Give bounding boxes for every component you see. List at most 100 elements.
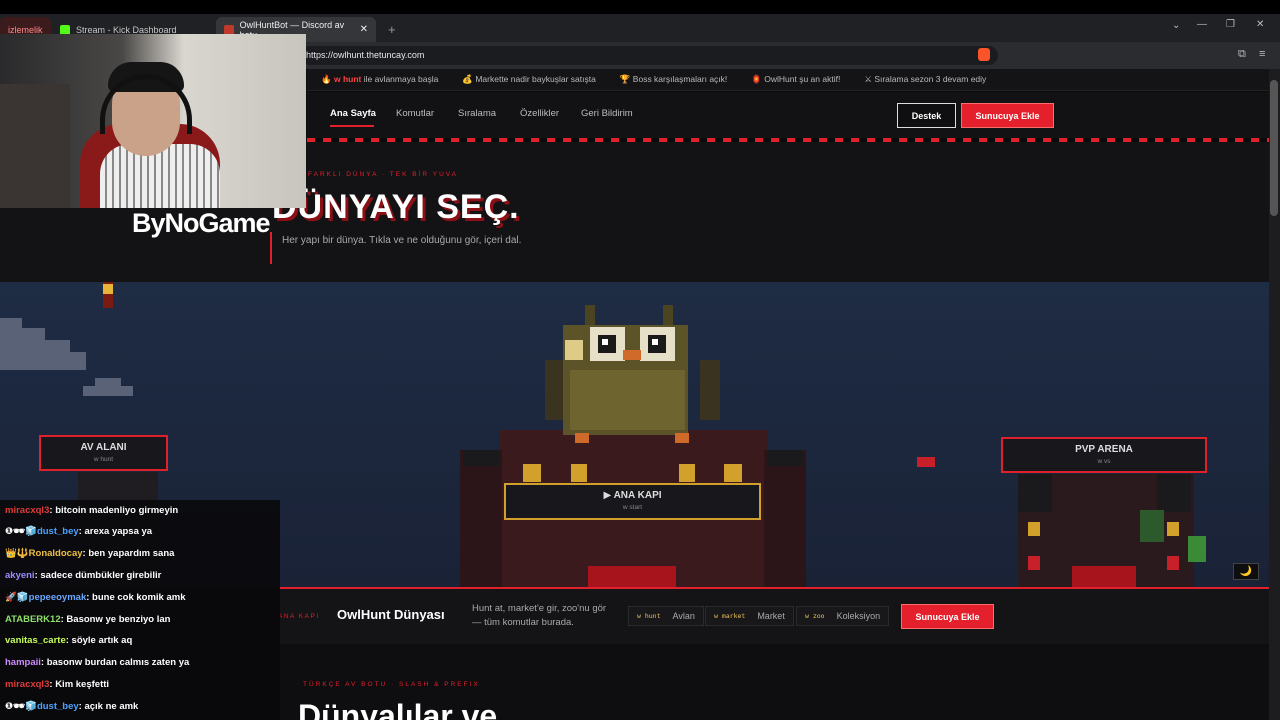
- pixel-block: [917, 457, 935, 467]
- arena-door: [1072, 566, 1136, 587]
- ticker-item: ⚔ Sıralama sezon 3 devam ediy: [864, 74, 986, 85]
- add-to-server-button[interactable]: Sunucuya Ekle: [961, 103, 1054, 128]
- cmd-chip-hunt[interactable]: w hunt Avlan: [628, 606, 704, 626]
- battlement: [463, 450, 499, 466]
- chat-message: ❶🕶🧊dust_bey: açık ne amk: [5, 701, 139, 712]
- chat-username: pepeeoymak: [28, 592, 87, 603]
- cmd-chip-zoo[interactable]: w zoo Koleksiyon: [796, 606, 890, 626]
- cloud: [0, 318, 22, 328]
- chat-text: sadece dümbükler girebilir: [40, 570, 162, 581]
- moneybag-icon: 💰: [462, 74, 473, 84]
- cmd-code: w hunt: [637, 612, 661, 620]
- tab-label: Stream - Kick Dashboard: [76, 24, 177, 35]
- chat-message: akyeni: sadece dümbükler girebilir: [5, 570, 162, 581]
- chat-message: 🚀🧊pepeeoymak: bune cok komik amk: [5, 592, 186, 603]
- zone-title: PVP ARENA: [1075, 444, 1133, 455]
- extensions-icon[interactable]: ⧉: [1238, 48, 1246, 61]
- chat-username: miracxql3: [5, 679, 50, 690]
- zone-command: w vs: [1097, 458, 1111, 465]
- tree: [1188, 536, 1206, 562]
- url-field[interactable]: https://owlhunt.thetuncay.com: [300, 46, 998, 65]
- ticker-text: Sıralama sezon 3 devam ediy: [874, 74, 987, 84]
- nav-ana-sayfa[interactable]: Ana Sayfa: [330, 108, 376, 119]
- screen-top-edge: [0, 0, 1280, 14]
- zone-main-gate[interactable]: ▶ ANA KAPI w start: [504, 483, 761, 520]
- chat-message: hampaii: basonw burdan calmıs zaten ya: [5, 657, 190, 668]
- hero-title: DÜNYAYI SEÇ.: [272, 188, 520, 226]
- trophy-icon: 🏆: [619, 74, 631, 84]
- nav-active-indicator: [330, 125, 374, 127]
- nav-geri-bildirim[interactable]: Geri Bildirim: [581, 108, 633, 119]
- chat-badges: 🚀🧊: [5, 592, 29, 603]
- chat-text: bitcoin madenliyo girmeyin: [55, 505, 179, 516]
- support-button[interactable]: Destek: [897, 103, 956, 128]
- striped-shirt: [100, 144, 220, 208]
- arena-window: [1167, 556, 1179, 570]
- ticker-cmd: w hunt: [333, 74, 362, 84]
- chat-badges: ❶🕶🧊: [5, 701, 37, 712]
- gate-window: [679, 464, 695, 482]
- cloud: [83, 386, 133, 396]
- hero-eyebrow: FARKLI DÜNYA · TEK BİR YUVA: [308, 171, 458, 178]
- zone-pvp-arena[interactable]: PVP ARENA w vs: [1001, 437, 1207, 473]
- gate-window: [523, 464, 541, 482]
- ticker-text: OwlHunt şu an aktif!: [764, 74, 841, 84]
- zone-title: AV ALANI: [80, 442, 127, 453]
- zone-command: w hunt: [93, 456, 114, 463]
- menu-icon[interactable]: ≡: [1259, 48, 1265, 60]
- gate-window: [724, 464, 742, 482]
- chat-text: arexa yapsa ya: [84, 526, 153, 537]
- chat-text: ben yapardım sana: [88, 548, 175, 559]
- site-nav: [307, 92, 1269, 138]
- chat-username: dust_bey: [36, 526, 79, 537]
- cmd-code: w market: [714, 612, 746, 620]
- restore-icon[interactable]: ❐: [1226, 19, 1235, 30]
- chat-username: akyeni: [5, 570, 35, 581]
- chat-text: basonw burdan calmıs zaten ya: [46, 657, 190, 668]
- chat-message: miracxql3: bitcoin madenliyo girmeyin: [5, 505, 179, 516]
- kick-icon: [60, 24, 70, 35]
- chat-message: ❶🕶🧊dust_bey: arexa yapsa ya: [5, 526, 153, 537]
- gate-tower-left: [460, 450, 502, 590]
- theme-toggle-moon-icon[interactable]: 🌙: [1233, 563, 1259, 580]
- brave-shield-icon[interactable]: [978, 48, 990, 61]
- chat-text: söyle artık aq: [71, 635, 133, 646]
- webcam-overlay: [0, 34, 306, 208]
- chat-badges: ❶🕶🧊: [5, 526, 37, 537]
- arena-window: [1167, 522, 1179, 536]
- bookshelf: [0, 84, 70, 208]
- minimize-icon[interactable]: —: [1197, 19, 1207, 30]
- scrollbar-thumb[interactable]: [1270, 80, 1278, 216]
- strip-description: Hunt at, market'e gir, zoo'nu gör — tüm …: [472, 603, 607, 628]
- bynogame-logo: ByNoGame: [132, 208, 271, 238]
- tree: [1140, 510, 1164, 542]
- lower-title: Dünyalılar ve: [298, 698, 498, 720]
- chat-username: dust_bey: [36, 701, 79, 712]
- hero-accent-bar: [270, 232, 272, 264]
- new-tab-icon[interactable]: +: [380, 17, 404, 42]
- cloud: [0, 352, 86, 370]
- gate-tower-right: [764, 450, 806, 590]
- strip-eyebrow: ANA KAPI: [278, 613, 320, 620]
- lantern-light: [103, 284, 113, 294]
- add-to-server-button-strip[interactable]: Sunucuya Ekle: [901, 604, 994, 629]
- tab-label: izlemelik: [8, 24, 43, 35]
- nav-siralama[interactable]: Sıralama: [458, 108, 496, 119]
- nav-komutlar[interactable]: Komutlar: [396, 108, 434, 119]
- tab-search-icon[interactable]: ⌄: [1172, 20, 1180, 31]
- cloud: [0, 340, 70, 352]
- close-window-icon[interactable]: ✕: [1256, 19, 1264, 30]
- chat-username: hampaii: [5, 657, 41, 668]
- cloud: [0, 328, 45, 340]
- close-tab-icon[interactable]: ✕: [360, 24, 368, 35]
- ticker-item: 🔥 w hunt ile avlanmaya başla: [321, 74, 438, 85]
- stream-chat-overlay: miracxql3: bitcoin madenliyo girmeyin ❶🕶…: [0, 500, 280, 720]
- arena-window: [1028, 556, 1040, 570]
- cmd-chip-market[interactable]: w market Market: [705, 606, 794, 626]
- nav-ozellikler[interactable]: Özellikler: [520, 108, 559, 119]
- chat-message: ATABERK12: Basonw ye benziyo lan: [5, 614, 171, 625]
- zone-hunt-area[interactable]: AV ALANI w hunt: [39, 435, 168, 471]
- ticker-item: 🏆 Boss karşılaşmaları açık!: [620, 74, 727, 85]
- chat-username: Ronaldocay: [28, 548, 83, 559]
- ticker-text: Boss karşılaşmaları açık!: [632, 74, 728, 84]
